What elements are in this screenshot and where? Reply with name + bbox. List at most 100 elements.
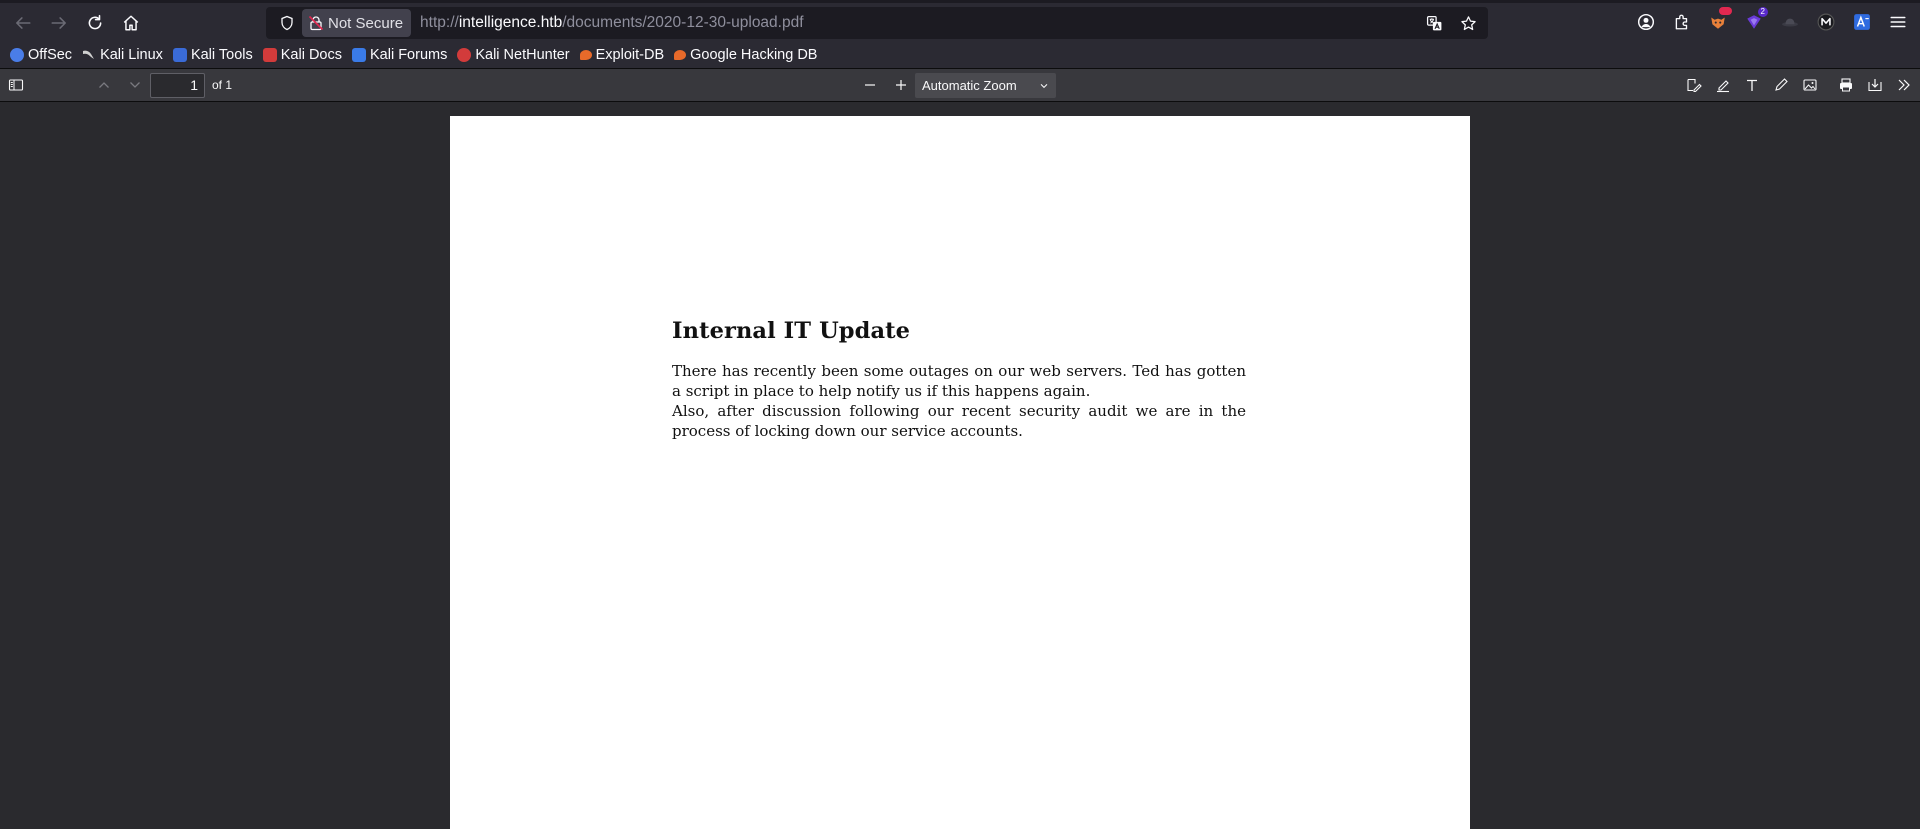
sidebar-toggle-button[interactable] xyxy=(2,71,30,99)
tools-menu-button[interactable] xyxy=(1890,71,1918,99)
navigation-toolbar: Not Secure http://intelligence.htb/docum… xyxy=(0,3,1920,42)
bookmark-kali-nethunter[interactable]: Kali NetHunter xyxy=(457,47,570,63)
tracking-protection-button[interactable] xyxy=(272,7,302,39)
bookmark-label: Kali Docs xyxy=(280,47,342,63)
extension-m-button[interactable] xyxy=(1810,6,1842,38)
extension-badge-count: 2 xyxy=(1757,7,1768,17)
pdf-toolbar: 1 of 1 Automatic Zoom xyxy=(0,69,1920,102)
bookmark-label: Kali Tools xyxy=(190,47,253,63)
bookmark-kali-tools[interactable]: Kali Tools xyxy=(172,47,253,63)
exploit-db-icon xyxy=(579,50,592,60)
forward-button[interactable] xyxy=(43,7,75,39)
url-bar[interactable]: Not Secure http://intelligence.htb/docum… xyxy=(266,7,1488,39)
reload-icon xyxy=(88,14,102,29)
signature-icon xyxy=(1687,78,1702,93)
kali-forums-icon xyxy=(351,48,366,62)
offsec-icon xyxy=(10,48,24,62)
document-body: There has recently been some outages on … xyxy=(672,361,1246,441)
page-count-label: of 1 xyxy=(212,78,233,92)
translate-button[interactable] xyxy=(1418,7,1450,39)
previous-page-button[interactable] xyxy=(90,71,118,99)
puzzle-piece-icon xyxy=(1675,14,1688,30)
extension-hat-button[interactable] xyxy=(1774,6,1806,38)
chevron-up-icon xyxy=(99,82,109,88)
double-chevron-right-icon xyxy=(1898,79,1910,91)
sign-document-button[interactable] xyxy=(1680,71,1708,99)
extension-red-badge xyxy=(1719,7,1732,15)
page-number-input[interactable]: 1 xyxy=(150,73,205,98)
zoom-select[interactable]: Automatic Zoom xyxy=(915,73,1056,98)
pen-icon xyxy=(1775,78,1788,91)
lock-insecure-icon xyxy=(308,15,324,31)
bookmark-label: OffSec xyxy=(28,47,73,63)
account-icon xyxy=(1637,13,1655,31)
url-text[interactable]: http://intelligence.htb/documents/2020-1… xyxy=(420,14,803,32)
bookmark-label: Google Hacking DB xyxy=(690,47,818,63)
highlighter-icon xyxy=(1717,80,1729,93)
extension-foxyproxy-button[interactable] xyxy=(1702,6,1734,38)
draw-tool-button[interactable] xyxy=(1767,71,1795,99)
extension-purple-button[interactable]: 2 xyxy=(1738,6,1770,38)
kali-nethunter-icon xyxy=(457,48,472,62)
bookmark-kali-forums[interactable]: Kali Forums xyxy=(351,47,448,63)
next-page-button[interactable] xyxy=(121,71,149,99)
language-icon xyxy=(1854,14,1870,30)
kali-docs-icon xyxy=(262,48,277,62)
m-circle-icon xyxy=(1817,13,1835,31)
bookmark-label: Kali Linux xyxy=(100,47,163,63)
bookmark-google-hacking-db[interactable]: Google Hacking DB xyxy=(674,47,817,63)
url-host: intelligence.htb xyxy=(458,14,563,31)
fox-icon xyxy=(1711,17,1725,29)
not-secure-label: Not Secure xyxy=(328,14,404,32)
url-path: /documents/2020-12-30-upload.pdf xyxy=(562,14,804,31)
arrow-left-icon xyxy=(16,16,31,29)
toolbar-separator xyxy=(1825,71,1831,99)
arrow-right-icon xyxy=(51,16,66,29)
bookmark-offsec[interactable]: OffSec xyxy=(10,47,72,63)
account-button[interactable] xyxy=(1630,6,1662,38)
pdf-viewer[interactable]: Internal IT Update There has recently be… xyxy=(0,108,1920,829)
save-button[interactable] xyxy=(1861,71,1889,99)
app-menu-button[interactable] xyxy=(1882,6,1914,38)
ghdb-icon xyxy=(674,50,687,60)
zoom-select-value: Automatic Zoom xyxy=(922,78,1017,93)
bookmark-label: Kali NetHunter xyxy=(475,47,570,63)
text-tool-button[interactable] xyxy=(1738,71,1766,99)
home-button[interactable] xyxy=(115,7,147,39)
image-icon xyxy=(1803,79,1817,91)
plus-icon xyxy=(896,80,906,90)
bookmark-label: Exploit-DB xyxy=(595,47,665,63)
printer-icon xyxy=(1840,78,1852,92)
chevron-down-icon xyxy=(130,82,140,88)
bookmark-kali-docs[interactable]: Kali Docs xyxy=(262,47,342,63)
bookmark-kali-linux[interactable]: Kali Linux xyxy=(82,47,163,63)
document-paragraph: There has recently been some outages on … xyxy=(672,362,1246,400)
hamburger-menu-icon xyxy=(1890,16,1906,28)
highlight-button[interactable] xyxy=(1709,71,1737,99)
minus-icon xyxy=(865,84,875,86)
document-paragraph: Also, after discussion following our rec… xyxy=(672,402,1246,440)
text-icon xyxy=(1747,79,1757,91)
extensions-button[interactable] xyxy=(1666,6,1698,38)
kali-tools-icon xyxy=(172,48,187,62)
zoom-out-button[interactable] xyxy=(856,71,884,99)
site-security-indicator[interactable]: Not Secure xyxy=(302,9,412,37)
hat-icon xyxy=(1782,18,1798,27)
bookmarks-toolbar: OffSec Kali Linux Kali Tools Kali Docs K… xyxy=(0,42,1920,69)
sidebar-icon xyxy=(8,79,24,91)
star-icon xyxy=(1460,15,1476,30)
reload-button[interactable] xyxy=(79,7,111,39)
bookmark-star-button[interactable] xyxy=(1452,7,1484,39)
bookmark-label: Kali Forums xyxy=(369,47,448,63)
extension-translate-button[interactable] xyxy=(1846,6,1878,38)
url-scheme: http:// xyxy=(420,14,459,31)
zoom-in-button[interactable] xyxy=(887,71,915,99)
back-button[interactable] xyxy=(7,7,39,39)
add-image-button[interactable] xyxy=(1796,71,1824,99)
bookmark-exploit-db[interactable]: Exploit-DB xyxy=(579,47,665,63)
shield-icon xyxy=(281,15,293,31)
pdf-page: Internal IT Update There has recently be… xyxy=(450,116,1470,829)
home-icon xyxy=(123,15,139,30)
chevron-down-icon xyxy=(1038,73,1050,106)
print-button[interactable] xyxy=(1832,71,1860,99)
